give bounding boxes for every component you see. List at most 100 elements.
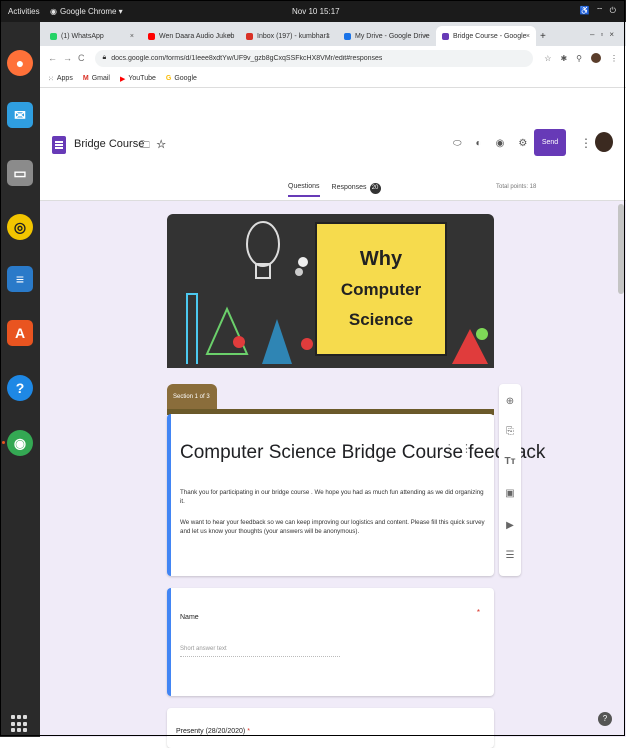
help-icon[interactable]: ? (598, 712, 612, 726)
question-label: Name (180, 614, 199, 621)
close-icon[interactable]: × (326, 33, 330, 40)
import-questions-icon[interactable]: ⎘ (503, 426, 517, 437)
google-icon: G (165, 75, 172, 82)
tab-audio[interactable]: Wen Daara Audio Jukeb × (142, 26, 238, 46)
apps-grid-icon: ⁙ (48, 75, 54, 83)
bookmark-label: YouTube (128, 75, 156, 82)
software-center-icon[interactable]: A (7, 320, 33, 346)
close-icon[interactable]: × (130, 33, 134, 40)
star-icon[interactable]: ☆ (156, 140, 172, 151)
bookmark-youtube[interactable]: ▶ YouTube (120, 75, 156, 83)
help-icon[interactable]: ? (7, 375, 33, 401)
banner-text-box: Why Computer Science (315, 222, 447, 356)
add-question-icon[interactable]: ⊕ (503, 396, 517, 407)
folder-icon[interactable]: 🗀︎ (140, 140, 156, 151)
system-tray[interactable]: ♿ ⌔ ⏻ (580, 6, 618, 16)
form-heading[interactable]: Computer Science Bridge Course feedback (180, 442, 545, 464)
preview-eye-icon[interactable]: ◉ (496, 138, 505, 149)
required-mark: * (476, 608, 480, 617)
bookmark-label: Google (174, 75, 197, 82)
minimize-icon[interactable]: – (590, 30, 600, 39)
science-illustration (186, 221, 313, 364)
section-tag: Section 1 of 3 (167, 384, 217, 410)
tab-bridge-course[interactable]: Bridge Course - Google × (436, 26, 536, 46)
form-title[interactable]: Bridge Course (74, 138, 144, 150)
bookmark-label: Apps (56, 75, 73, 82)
lock-icon: 🔒︎ (102, 54, 107, 61)
account-avatar[interactable] (595, 132, 613, 152)
more-menu-icon[interactable]: ⋮ (580, 136, 592, 150)
close-icon[interactable]: × (526, 33, 530, 40)
files-icon[interactable]: ▭ (7, 160, 33, 186)
app-menu[interactable]: ◉ Google Chrome ▾ (50, 7, 123, 16)
settings-gear-icon[interactable]: ⚙ (518, 138, 527, 149)
window-controls[interactable]: –▫× (590, 30, 620, 39)
more-vert-icon[interactable]: ⋮ (461, 443, 482, 455)
maximize-icon[interactable]: ▫ (600, 30, 609, 39)
puzzle-icon[interactable]: ⚲ (576, 54, 582, 63)
tab-drive[interactable]: My Drive - Google Drive × (338, 26, 434, 46)
tab-label: My Drive - Google Drive (355, 32, 430, 40)
toolbar: ←→C 🔒︎ docs.google.com/forms/d/1Ieee8xdt… (40, 46, 626, 71)
close-window-icon[interactable]: × (609, 30, 620, 39)
chrome-icon: ◉ (50, 6, 57, 16)
add-title-icon[interactable]: Tт (503, 456, 517, 467)
form-description-1[interactable]: Thank you for participating in our bridg… (180, 488, 485, 506)
lab-illustration (452, 328, 488, 364)
thunderbird-icon[interactable]: ✉ (7, 102, 33, 128)
libreoffice-writer-icon[interactable]: ≡ (7, 266, 33, 292)
bookmark-star-icon[interactable]: ☆ (544, 54, 551, 63)
short-answer-field[interactable]: Short answer text (180, 646, 340, 657)
scrollbar[interactable] (618, 204, 624, 294)
chrome-dock-icon[interactable]: ◉ (7, 430, 33, 456)
firefox-icon[interactable]: ● (7, 50, 33, 76)
bookmark-apps[interactable]: ⁙ Apps (48, 75, 73, 83)
show-applications-icon[interactable] (11, 715, 29, 733)
add-video-icon[interactable]: ▶ (503, 520, 517, 531)
tab-responses[interactable]: Responses 20 (332, 183, 381, 197)
tab-label: (1) WhatsApp (61, 32, 104, 40)
nav-buttons: ←→C (40, 53, 91, 63)
send-button[interactable]: Send (534, 129, 566, 156)
extensions: ☆ ✱ ⚲ ⋮ (544, 53, 618, 63)
total-points: Total points: 18 (496, 184, 537, 190)
ubuntu-dock: ● ✉ ▭ ◎ ≡ A ? ◉ (0, 22, 40, 737)
gmail-icon (246, 32, 253, 40)
add-section-icon[interactable]: ☰ (503, 550, 517, 561)
new-tab-button[interactable]: + (538, 26, 552, 46)
close-icon[interactable]: × (424, 33, 428, 40)
extension-icon[interactable]: ✱ (560, 54, 567, 63)
tab-whatsapp[interactable]: (1) WhatsApp × (44, 26, 140, 46)
reload-icon[interactable]: C (78, 53, 91, 63)
add-image-icon[interactable]: ▣ (503, 488, 517, 499)
tab-inbox[interactable]: Inbox (197) - kumbhar1 × (240, 26, 336, 46)
question-card-name[interactable]: Name * Short answer text (167, 588, 494, 696)
banner-line-3: Science (348, 310, 414, 329)
question-card-presenty[interactable]: Presenty (28/20/2020) * (167, 708, 494, 748)
tab-label: Bridge Course - Google (453, 32, 527, 40)
close-icon[interactable]: × (228, 33, 232, 40)
bookmark-gmail[interactable]: M Gmail (83, 75, 110, 82)
profile-avatar[interactable] (591, 53, 601, 63)
back-icon[interactable]: ← (48, 53, 63, 63)
palette-icon[interactable]: ◐ (476, 138, 482, 149)
form-description-2[interactable]: We want to hear your feedback so we can … (180, 518, 485, 536)
activities-button[interactable]: Activities (0, 7, 50, 16)
bookmark-google[interactable]: G Google (166, 75, 197, 82)
tab-questions[interactable]: Questions (288, 183, 320, 197)
google-forms-icon[interactable] (52, 136, 66, 154)
banner-line-1: Why (359, 248, 403, 270)
drag-handle-icon[interactable]: ⁚ (448, 443, 462, 455)
customize-theme-icon[interactable]: ⬭ (453, 138, 462, 149)
form-title-card[interactable]: Computer Science Bridge Course feedback … (167, 414, 545, 576)
clock[interactable]: Nov 10 15:17 (292, 7, 340, 16)
title-card-actions: ⁚⋮ (448, 442, 483, 455)
chrome-menu-icon[interactable]: ⋮ (610, 54, 618, 63)
app-menu-label: Google Chrome ▾ (59, 6, 123, 16)
power-icon: ⏻ (609, 6, 618, 15)
forward-icon[interactable]: → (63, 53, 78, 63)
tab-label: Inbox (197) - kumbhar1 (257, 32, 330, 40)
address-bar[interactable]: 🔒︎ docs.google.com/forms/d/1Ieee8xdtYw/U… (94, 49, 533, 67)
rhythmbox-icon[interactable]: ◎ (7, 214, 33, 240)
url-text: docs.google.com/forms/d/1Ieee8xdtYw/UF9v… (111, 54, 383, 62)
